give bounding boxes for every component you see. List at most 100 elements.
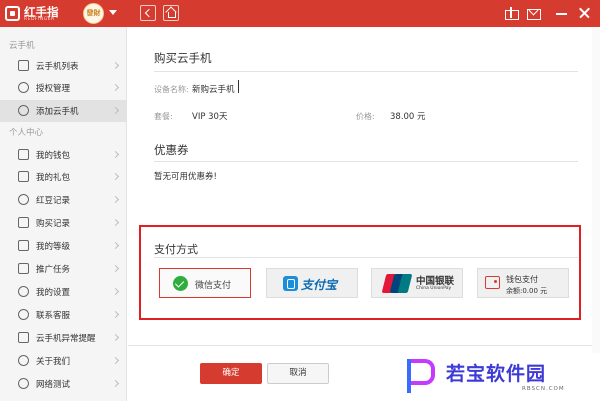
sidebar-item-label: 我的等级 [36,242,71,252]
pay-option-sublabel: China UnionPay [416,286,452,291]
chevron-down-icon[interactable] [109,10,117,15]
bean-icon [18,194,29,205]
watermark-subtitle: RBSCN.COM [522,386,565,392]
sidebar-section-user: 个人中心 [9,128,44,138]
chevron-right-icon [111,195,120,204]
chevron-right-icon [111,106,120,115]
wallet-icon [18,149,29,160]
sidebar-item-network-test[interactable]: 网络测试 [0,373,127,395]
title-bar: 红手指 REDFINGER 發財 [0,0,600,27]
mail-icon[interactable] [527,7,541,20]
sidebar-item-about[interactable]: 关于我们 [0,350,127,372]
sidebar-item-label: 购买记录 [36,219,71,229]
alert-icon [18,332,29,343]
sidebar-section-cloud: 云手机 [9,41,35,51]
payment-title: 支付方式 [154,243,198,256]
watermark: 若宝软件园 RBSCN.COM [400,353,600,401]
minimize-button[interactable] [556,7,569,19]
confirm-button[interactable]: 确定 [200,363,262,384]
home-button[interactable] [163,5,179,21]
sidebar-item-promotion[interactable]: 推广任务 [0,258,127,280]
service-icon [18,309,29,320]
pay-option-wallet[interactable]: 钱包支付 余额:0.00 元 [477,268,569,298]
pay-option-alipay[interactable]: 支付宝 [266,268,358,298]
device-name-label: 设备名称: [154,85,189,94]
pay-option-label: 支付宝 [301,278,338,292]
sidebar-item-gift[interactable]: 我的礼包 [0,166,127,188]
sidebar-item-wallet[interactable]: 我的钱包 [0,144,127,166]
sidebar-item-label: 我的礼包 [36,173,71,183]
chevron-right-icon [111,83,120,92]
coupon-title: 优惠券 [154,143,189,157]
cancel-button[interactable]: 取消 [267,363,329,384]
watermark-logo-icon [405,357,437,395]
sidebar-item-contact[interactable]: 联系客服 [0,304,127,326]
chevron-right-icon [111,150,120,159]
watermark-title: 若宝软件园 [446,363,547,385]
wifi-icon [18,378,29,389]
coupon-empty-text: 暂无可用优惠券! [154,172,217,182]
divider [154,257,578,258]
sidebar-item-label: 授权管理 [36,84,71,94]
chevron-right-icon [111,218,120,227]
divider [128,345,592,346]
wallet-icon [485,276,500,289]
divider [154,161,578,162]
sidebar: 云手机 云手机列表 授权管理 添加云手机 个人中心 我的钱包 我的礼包 红豆记录… [0,27,127,401]
logo-subtitle: REDFINGER [24,17,55,22]
chevron-right-icon [111,356,120,365]
list-icon [18,217,29,228]
plan-label: 套餐: [154,112,173,121]
gift-icon[interactable] [505,7,519,20]
sidebar-item-label: 关于我们 [36,357,71,367]
plan-value: VIP 30天 [192,112,228,122]
chevron-right-icon [111,379,120,388]
flag-icon [18,263,29,274]
avatar[interactable]: 發財 [83,3,104,24]
sidebar-item-auth[interactable]: 授权管理 [0,77,127,99]
sidebar-item-bean-record[interactable]: 红豆记录 [0,189,127,211]
sidebar-item-label: 网络测试 [36,380,71,390]
crown-icon [18,240,29,251]
sidebar-item-phone-list[interactable]: 云手机列表 [0,55,127,77]
pay-option-label: 中国银联 [416,276,455,287]
main-panel: 购买云手机 设备名称: 新购云手机 套餐: VIP 30天 价格: 38.00 … [128,27,600,401]
close-button[interactable] [578,7,591,19]
pay-option-label: 微信支付 [195,281,232,291]
alipay-icon [283,276,298,291]
smile-icon [18,355,29,366]
pay-option-unionpay[interactable]: 中国银联 China UnionPay [371,268,463,298]
chevron-right-icon [111,241,120,250]
plus-circle-icon [18,105,29,116]
sidebar-item-label: 我的设置 [36,288,71,298]
pay-option-label: 钱包支付 [506,275,538,284]
price-value: 38.00 元 [390,112,426,122]
sidebar-item-alerts[interactable]: 云手机异常提醒 [0,327,127,349]
scrollbar[interactable] [592,27,600,401]
wechat-icon [173,276,188,291]
divider [154,71,578,72]
chevron-right-icon [111,310,120,319]
sidebar-item-label: 云手机异常提醒 [36,334,96,344]
back-button[interactable] [140,5,156,21]
wallet-balance: 余额:0.00 元 [506,287,548,295]
logo-icon [5,6,20,21]
sidebar-item-level[interactable]: 我的等级 [0,235,127,257]
sidebar-item-add-phone[interactable]: 添加云手机 [0,100,127,122]
chevron-right-icon [111,61,120,70]
chevron-right-icon [111,264,120,273]
text-cursor [238,80,239,93]
pay-option-wechat[interactable]: 微信支付 [159,268,251,298]
sidebar-item-purchase-record[interactable]: 购买记录 [0,212,127,234]
device-name-input[interactable]: 新购云手机 [192,83,235,95]
sidebar-item-label: 红豆记录 [36,196,71,206]
gear-icon [18,286,29,297]
sidebar-item-settings[interactable]: 我的设置 [0,281,127,303]
chevron-right-icon [111,287,120,296]
sidebar-item-label: 添加云手机 [36,107,79,117]
sidebar-item-label: 我的钱包 [36,151,71,161]
sidebar-item-label: 云手机列表 [36,62,79,72]
sidebar-item-label: 推广任务 [36,265,71,275]
page-title: 购买云手机 [154,51,212,65]
price-label: 价格: [356,112,375,121]
